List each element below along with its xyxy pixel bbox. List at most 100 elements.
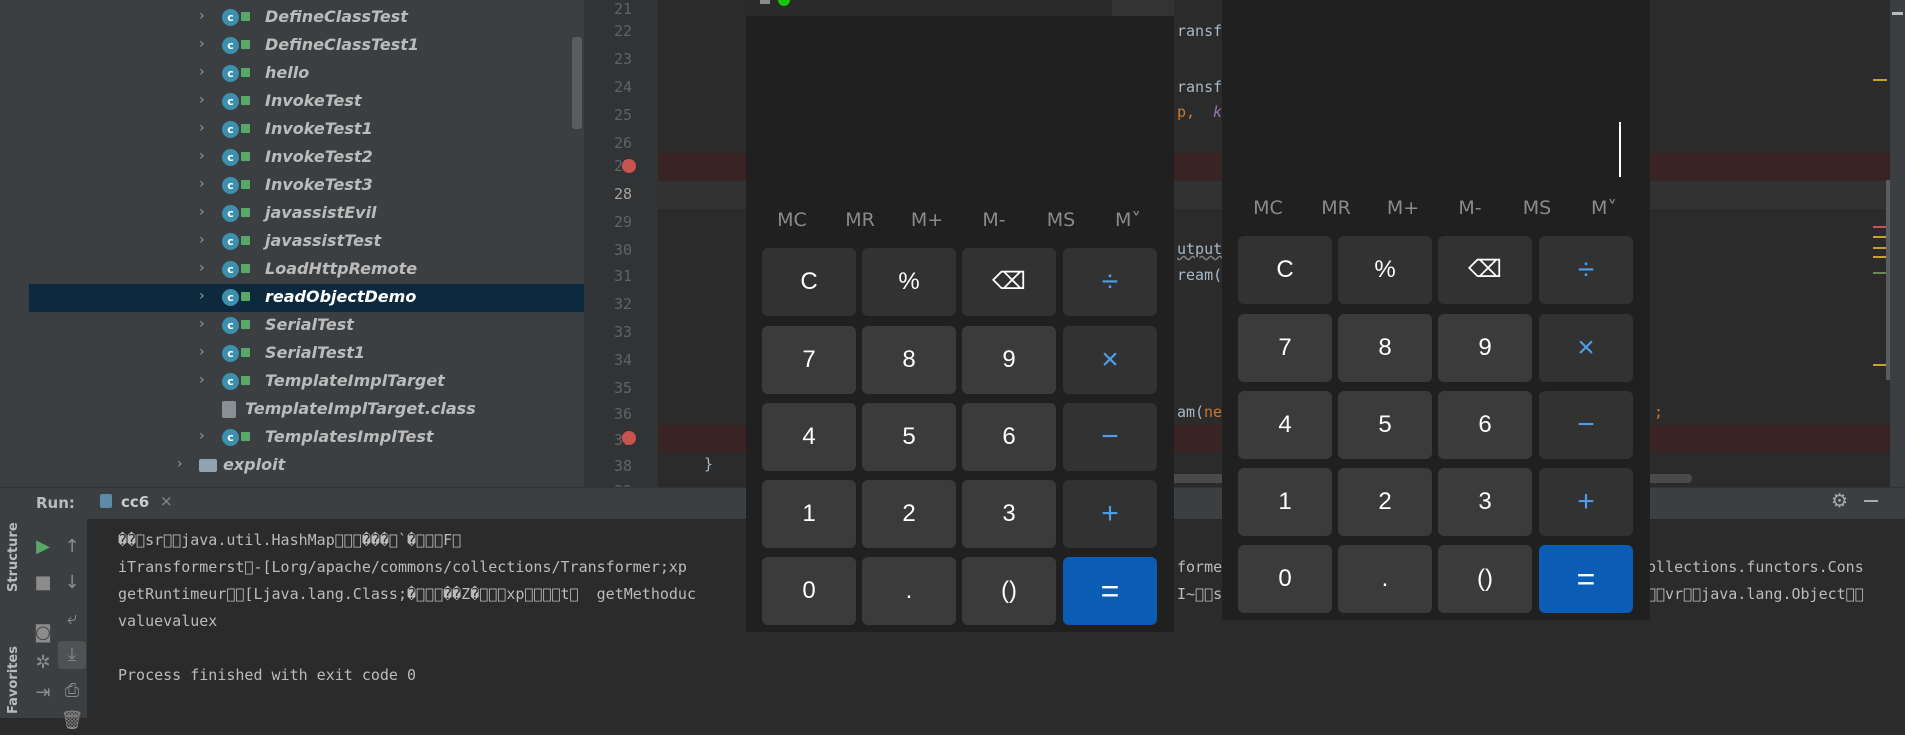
digit-2-button[interactable]: 2 [862, 480, 956, 548]
digit-6-button[interactable]: 6 [962, 403, 1056, 471]
calculator-titlebar[interactable] [746, 0, 1174, 16]
minus-button[interactable]: − [1539, 391, 1633, 459]
chevron-right-icon[interactable]: › [177, 456, 183, 472]
percent-button[interactable]: % [1338, 236, 1432, 304]
chevron-right-icon[interactable]: › [199, 232, 205, 248]
digit-9-button[interactable]: 9 [962, 326, 1056, 394]
digit-1-button[interactable]: 1 [762, 480, 856, 548]
tree-item-serialtest[interactable]: › c SerialTest [29, 312, 584, 340]
tree-item-invoketest3[interactable]: › c InvokeTest3 [29, 172, 584, 200]
memory-add-button[interactable]: M+ [1370, 197, 1436, 219]
backspace-button[interactable]: ⌫ [962, 248, 1056, 316]
chevron-right-icon[interactable]: › [199, 316, 205, 332]
structure-tab[interactable]: Structure [6, 522, 21, 592]
chevron-right-icon[interactable]: › [199, 344, 205, 360]
breakpoint-icon[interactable] [622, 159, 636, 173]
divide-button[interactable]: ÷ [1063, 248, 1157, 316]
tree-item-invoketest2[interactable]: › c InvokeTest2 [29, 144, 584, 172]
warning-marker[interactable] [1873, 236, 1887, 238]
print-icon[interactable]: ⎙ [58, 677, 86, 705]
digit-5-button[interactable]: 5 [862, 403, 956, 471]
down-arrow-icon[interactable]: ↓ [58, 569, 86, 597]
chevron-right-icon[interactable]: › [199, 148, 205, 164]
chevron-right-icon[interactable]: › [199, 8, 205, 24]
digit-6-button[interactable]: 6 [1438, 391, 1532, 459]
chevron-right-icon[interactable]: › [199, 64, 205, 80]
tree-item-templateimpltarget-class[interactable]: TemplateImplTarget.class [29, 396, 584, 424]
tree-item-templateimpltarget[interactable]: › c TemplateImplTarget [29, 368, 584, 396]
plus-button[interactable]: + [1063, 480, 1157, 548]
multiply-button[interactable]: × [1539, 314, 1633, 382]
memory-subtract-button[interactable]: M- [1437, 197, 1503, 219]
chevron-right-icon[interactable]: › [199, 120, 205, 136]
minimize-icon[interactable] [1864, 500, 1878, 502]
decimal-button[interactable]: . [1338, 545, 1432, 613]
memory-recall-button[interactable]: MR [827, 209, 893, 231]
digit-8-button[interactable]: 8 [1338, 314, 1432, 382]
memory-clear-button[interactable]: MC [1235, 197, 1301, 219]
memory-recall-button[interactable]: MR [1303, 197, 1369, 219]
digit-1-button[interactable]: 1 [1238, 468, 1332, 536]
digit-2-button[interactable]: 2 [1338, 468, 1432, 536]
window-control[interactable] [1112, 0, 1174, 16]
tree-item-hello[interactable]: › c hello [29, 60, 584, 88]
camera-icon[interactable]: ◙ [29, 619, 57, 647]
tree-item-defineclasstest[interactable]: › c DefineClassTest [29, 4, 584, 32]
parentheses-button[interactable]: () [962, 557, 1056, 625]
gear-icon[interactable]: ⚙ [1831, 490, 1848, 512]
memory-store-button[interactable]: MS [1504, 197, 1570, 219]
stop-icon[interactable]: ■ [29, 569, 57, 597]
tree-item-javassisttest[interactable]: › c javassistTest [29, 228, 584, 256]
digit-0-button[interactable]: 0 [762, 557, 856, 625]
digit-7-button[interactable]: 7 [1238, 314, 1332, 382]
memory-store-button[interactable]: MS [1028, 209, 1094, 231]
info-marker[interactable] [1873, 272, 1887, 274]
backspace-button[interactable]: ⌫ [1438, 236, 1532, 304]
tree-scrollbar[interactable] [572, 37, 582, 129]
digit-0-button[interactable]: 0 [1238, 545, 1332, 613]
exit-icon[interactable]: ⇥ [29, 679, 57, 707]
chevron-right-icon[interactable]: › [199, 36, 205, 52]
favorites-tab[interactable]: Favorites [6, 646, 21, 714]
digit-4-button[interactable]: 4 [762, 403, 856, 471]
tree-item-exploit[interactable]: › exploit [29, 452, 584, 480]
error-marker[interactable] [1873, 226, 1887, 228]
memory-list-button[interactable]: M˅ [1095, 209, 1161, 231]
breakpoint-icon[interactable] [622, 431, 636, 445]
tree-item-readobjectdemo[interactable]: › c readObjectDemo [29, 284, 584, 312]
soft-wrap-icon[interactable]: ⤶ [58, 605, 86, 633]
parentheses-button[interactable]: () [1438, 545, 1532, 613]
chevron-right-icon[interactable]: › [199, 176, 205, 192]
decimal-button[interactable]: . [862, 557, 956, 625]
up-arrow-icon[interactable]: ↑ [58, 533, 86, 561]
warning-marker[interactable] [1873, 79, 1887, 81]
editor-vertical-scrollbar[interactable] [1886, 180, 1890, 380]
warning-marker[interactable] [1873, 247, 1887, 249]
divide-button[interactable]: ÷ [1539, 236, 1633, 304]
tree-item-javassistevil[interactable]: › c javassistEvil [29, 200, 584, 228]
chevron-right-icon[interactable]: › [199, 260, 205, 276]
memory-list-button[interactable]: M˅ [1571, 197, 1637, 219]
plus-button[interactable]: + [1539, 468, 1633, 536]
tree-item-loadhttpremote[interactable]: › c LoadHttpRemote [29, 256, 584, 284]
rerun-icon[interactable]: ▶ [29, 533, 57, 561]
memory-add-button[interactable]: M+ [894, 209, 960, 231]
scroll-to-end-icon[interactable]: ⤓ [58, 641, 86, 669]
equals-button[interactable]: = [1063, 557, 1157, 625]
chevron-right-icon[interactable]: › [199, 288, 205, 304]
warning-marker[interactable] [1873, 256, 1887, 258]
equals-button[interactable]: = [1539, 545, 1633, 613]
settings-icon[interactable]: ✲ [29, 649, 57, 677]
memory-clear-button[interactable]: MC [759, 209, 825, 231]
digit-5-button[interactable]: 5 [1338, 391, 1432, 459]
memory-subtract-button[interactable]: M- [961, 209, 1027, 231]
percent-button[interactable]: % [862, 248, 956, 316]
tree-item-serialtest1[interactable]: › c SerialTest1 [29, 340, 584, 368]
chevron-right-icon[interactable]: › [199, 428, 205, 444]
clear-button[interactable]: C [762, 248, 856, 316]
minus-button[interactable]: − [1063, 403, 1157, 471]
tree-item-defineclasstest1[interactable]: › c DefineClassTest1 [29, 32, 584, 60]
multiply-button[interactable]: × [1063, 326, 1157, 394]
chevron-right-icon[interactable]: › [199, 92, 205, 108]
trash-icon[interactable]: 🗑 [58, 707, 86, 735]
